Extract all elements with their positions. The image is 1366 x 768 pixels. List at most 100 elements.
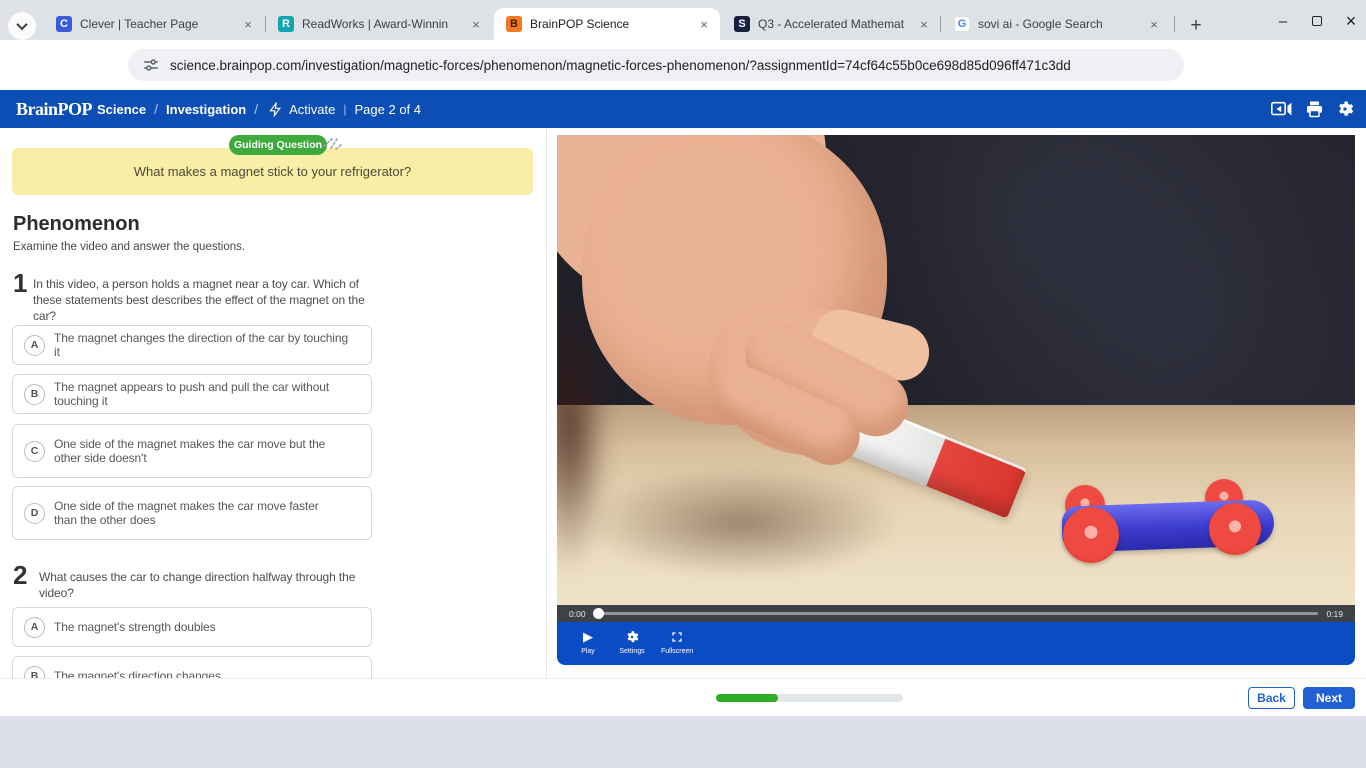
screen: C Clever | Teacher Page × R ReadWorks | … xyxy=(0,0,1366,768)
section-subtitle: Examine the video and answer the questio… xyxy=(13,241,245,253)
tab-brainpop-active[interactable]: B BrainPOP Science × xyxy=(494,8,720,40)
shelf: Sign out 1 Jan 27 8:12 xyxy=(0,716,1366,768)
video-timeline[interactable]: 0:00 0:19 xyxy=(557,605,1355,622)
restore-icon xyxy=(1312,16,1322,26)
page-footer: Back Next xyxy=(0,678,1366,716)
brainpop-header: BrainPOP Science / Investigation / Activ… xyxy=(0,90,1366,128)
progress-bar xyxy=(716,694,903,702)
guiding-question-badge: Guiding Question xyxy=(229,135,327,155)
play-label: Play xyxy=(581,648,595,655)
close-icon[interactable]: × xyxy=(468,16,484,32)
play-button[interactable]: ▶ Play xyxy=(573,629,603,655)
breadcrumb-separator: / xyxy=(254,101,258,117)
site-info-icon[interactable] xyxy=(142,56,160,74)
tab-title: Q3 - Accelerated Mathemat xyxy=(758,17,910,31)
tab-readworks[interactable]: R ReadWorks | Award-Winnin × xyxy=(266,8,492,40)
answer-option-a[interactable]: A The magnet changes the direction of th… xyxy=(12,325,372,365)
brainpop-favicon: B xyxy=(506,16,522,32)
time-total: 0:19 xyxy=(1326,609,1343,619)
google-favicon: G xyxy=(954,16,970,32)
back-nav-button[interactable]: Back xyxy=(1248,687,1295,709)
question-text: What causes the car to change direction … xyxy=(39,569,385,601)
time-current: 0:00 xyxy=(569,609,586,619)
breadcrumb-separator: / xyxy=(154,101,158,117)
tab-title: sovi ai - Google Search xyxy=(978,17,1140,31)
schoology-favicon: S xyxy=(734,16,750,32)
read-aloud-icon[interactable] xyxy=(1271,100,1293,118)
brainpop-logo[interactable]: BrainPOP xyxy=(16,99,92,120)
fullscreen-label: Fullscreen xyxy=(661,648,693,655)
answer-option-c[interactable]: C One side of the magnet makes the car m… xyxy=(12,424,372,478)
readworks-favicon: R xyxy=(278,16,294,32)
option-text: The magnet's direction changes xyxy=(54,669,354,678)
tab-schoology[interactable]: S Q3 - Accelerated Mathemat × xyxy=(722,8,940,40)
close-icon[interactable]: × xyxy=(240,16,256,32)
close-icon[interactable]: × xyxy=(696,16,712,32)
video-control-bar: ▶ Play Settings Fullscreen xyxy=(557,622,1355,665)
option-letter: A xyxy=(24,617,45,638)
url-text[interactable]: science.brainpop.com/investigation/magne… xyxy=(170,58,1071,73)
playhead[interactable] xyxy=(593,608,604,619)
section-title: Phenomenon xyxy=(13,213,140,236)
page-indicator: Page 2 of 4 xyxy=(355,102,422,117)
video-scene xyxy=(557,135,1355,605)
option-text: The magnet appears to push and pull the … xyxy=(54,380,354,408)
play-icon: ▶ xyxy=(583,629,593,645)
toy-car-wheel xyxy=(1063,507,1119,563)
answer-option-d[interactable]: D One side of the magnet makes the car m… xyxy=(12,486,372,540)
sparkle-icon xyxy=(320,128,346,150)
brainpop-logo-science: Science xyxy=(97,102,146,117)
video-player[interactable]: 0:00 0:19 ▶ Play Settings xyxy=(557,135,1355,665)
close-icon[interactable]: × xyxy=(1146,16,1162,32)
settings-label: Settings xyxy=(619,648,644,655)
chevron-down-icon xyxy=(16,19,27,30)
answer-option-a[interactable]: A The magnet's strength doubles xyxy=(12,607,372,647)
clever-favicon: C xyxy=(56,16,72,32)
tab-google-search[interactable]: G sovi ai - Google Search × xyxy=(942,8,1170,40)
next-nav-button[interactable]: Next xyxy=(1303,687,1355,709)
browser-toolbar: ← → ↻ science.brainpop.com/investigation… xyxy=(0,40,1366,90)
settings-button[interactable]: Settings xyxy=(617,629,647,655)
question-number: 1 xyxy=(13,268,27,299)
breadcrumb-investigation[interactable]: Investigation xyxy=(166,102,246,117)
activate-label: Activate xyxy=(289,102,335,117)
print-icon[interactable] xyxy=(1305,100,1324,118)
option-letter: B xyxy=(24,384,45,405)
magnet-shadow xyxy=(577,465,907,580)
answer-option-b[interactable]: B The magnet appears to push and pull th… xyxy=(12,374,372,414)
option-text: One side of the magnet makes the car mov… xyxy=(54,499,339,527)
answer-option-b[interactable]: B The magnet's direction changes xyxy=(12,656,372,678)
panel-divider xyxy=(546,128,547,678)
settings-gear-icon[interactable] xyxy=(1336,100,1354,118)
address-bar[interactable]: science.brainpop.com/investigation/magne… xyxy=(128,49,1184,81)
tab-search-button[interactable] xyxy=(8,12,36,40)
activate-bolt-icon xyxy=(268,102,283,117)
toy-car-wheel xyxy=(1209,503,1261,555)
option-text: The magnet's strength doubles xyxy=(54,620,354,634)
progress-fill xyxy=(716,694,778,702)
minimize-button[interactable]: – xyxy=(1272,10,1294,32)
guiding-question-text: What makes a magnet stick to your refrig… xyxy=(134,164,411,179)
close-icon[interactable]: × xyxy=(916,16,932,32)
close-window-button[interactable]: × xyxy=(1340,10,1362,32)
tab-separator xyxy=(1174,16,1175,32)
new-tab-button[interactable]: + xyxy=(1182,12,1210,40)
tab-title: Clever | Teacher Page xyxy=(80,17,234,31)
main-content: Guiding Question What makes a magnet sti… xyxy=(0,128,1366,678)
tab-title: BrainPOP Science xyxy=(530,17,690,31)
option-text: One side of the magnet makes the car mov… xyxy=(54,437,339,465)
header-pipe: | xyxy=(343,102,346,116)
tab-clever[interactable]: C Clever | Teacher Page × xyxy=(44,8,264,40)
option-letter: B xyxy=(24,666,45,679)
question-text: In this video, a person holds a magnet n… xyxy=(33,276,379,324)
guiding-question-box: What makes a magnet stick to your refrig… xyxy=(12,148,533,195)
tab-separator xyxy=(940,16,941,32)
question-number: 2 xyxy=(13,560,27,591)
settings-gear-icon xyxy=(625,629,639,645)
restore-button[interactable] xyxy=(1306,10,1328,32)
seek-track[interactable] xyxy=(594,612,1319,615)
option-text: The magnet changes the direction of the … xyxy=(54,331,354,359)
option-letter: D xyxy=(24,503,45,524)
fullscreen-button[interactable]: Fullscreen xyxy=(661,629,693,655)
tab-title: ReadWorks | Award-Winnin xyxy=(302,17,462,31)
